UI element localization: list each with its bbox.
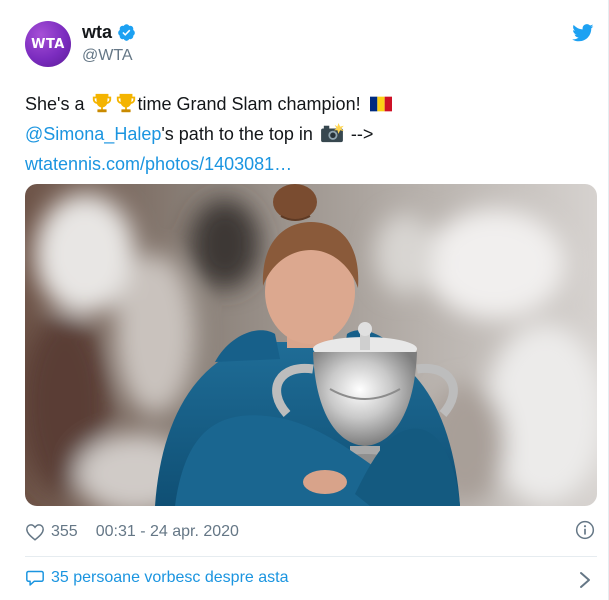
tweet-card: WTA wta @WTA She's a time Grand Slam cha… — [0, 0, 609, 600]
heart-icon[interactable] — [25, 523, 45, 541]
name-row: wta — [82, 22, 136, 43]
tweet-meta-row: 355 00:31 - 24 apr. 2020 — [25, 520, 239, 544]
tweet-line-2: @Simona_Halep's path to the top in --> — [25, 119, 392, 149]
tweet-text: She's a time Grand Slam champion! @Simon… — [25, 89, 392, 179]
verified-badge-icon — [118, 24, 135, 41]
display-name[interactable]: wta — [82, 22, 112, 43]
mention-link[interactable]: @Simona_Halep — [25, 124, 161, 144]
tweet-text-segment: 's path to the top in — [161, 124, 313, 144]
avatar[interactable]: WTA — [25, 21, 71, 67]
trophy-emoji-icon — [117, 93, 136, 113]
tweet-text-segment: --> — [345, 124, 374, 144]
speech-bubble-icon — [26, 570, 44, 586]
conversation-count-text: 35 persoane vorbesc despre asta — [51, 569, 289, 586]
photo-player-with-trophy — [25, 184, 597, 506]
like-count[interactable]: 355 — [51, 523, 78, 541]
info-icon[interactable] — [575, 520, 595, 540]
divider — [25, 556, 597, 557]
conversation-link[interactable]: 35 persoane vorbesc despre asta — [25, 569, 288, 587]
handle[interactable]: @WTA — [82, 47, 133, 65]
tweet-photo[interactable] — [25, 184, 597, 506]
tweet-line-3: wtatennis.com/photos/1403081… — [25, 149, 392, 179]
camera-flash-emoji-icon — [321, 123, 344, 143]
tweet-line-1: She's a time Grand Slam champion! — [25, 89, 392, 119]
photo-url-link[interactable]: wtatennis.com/photos/1403081… — [25, 154, 292, 174]
romania-flag-emoji-icon — [369, 96, 392, 112]
tweet-text-segment: time Grand Slam champion! — [137, 94, 361, 114]
twitter-bird-icon[interactable] — [572, 24, 594, 42]
chevron-right-icon[interactable] — [578, 571, 592, 589]
trophy-emoji-icon — [93, 93, 112, 113]
avatar-logo-text: WTA — [31, 36, 65, 52]
tweet-text-segment: She's a — [25, 94, 90, 114]
tweet-timestamp[interactable]: 00:31 - 24 apr. 2020 — [96, 523, 239, 541]
